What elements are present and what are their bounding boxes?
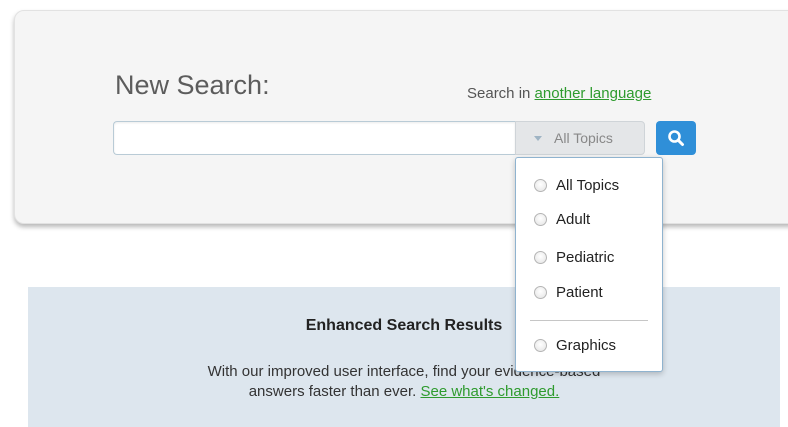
whats-changed-link[interactable]: See what's changed.: [420, 383, 559, 400]
topics-dropdown: All Topics Adult Pediatric Patient Graph…: [515, 157, 663, 372]
chevron-down-icon: [534, 135, 542, 141]
option-label: All Topics: [556, 176, 620, 194]
language-prompt-text: Search in: [467, 85, 535, 102]
option-pediatric[interactable]: Pediatric: [534, 247, 614, 267]
language-prompt: Search in another language: [467, 85, 651, 102]
option-graphics[interactable]: Graphics: [534, 335, 616, 355]
page-title: New Search:: [115, 70, 270, 100]
search-card: [14, 10, 788, 224]
topic-select[interactable]: All Topics: [515, 121, 645, 155]
info-title: Enhanced Search Results: [305, 317, 503, 334]
info-text: With our improved user interface, find y…: [28, 362, 780, 402]
dropdown-divider: [530, 320, 648, 321]
option-label: Patient: [556, 283, 603, 301]
info-text-line2: answers faster than ever.: [248, 383, 421, 400]
option-label: Graphics: [556, 336, 617, 354]
search-button[interactable]: [656, 121, 696, 155]
radio-icon[interactable]: [534, 250, 547, 264]
option-all-topics[interactable]: All Topics: [534, 175, 619, 195]
radio-icon[interactable]: [534, 212, 547, 226]
magnifier-icon: [668, 130, 684, 146]
radio-icon[interactable]: [534, 285, 547, 299]
radio-icon[interactable]: [534, 338, 547, 352]
option-adult[interactable]: Adult: [534, 209, 590, 229]
option-patient[interactable]: Patient: [534, 282, 603, 302]
info-panel: Enhanced Search Results With our improve…: [28, 287, 780, 427]
topic-select-value: All Topics: [554, 130, 613, 146]
option-label: Pediatric: [556, 248, 615, 266]
radio-icon[interactable]: [534, 178, 547, 192]
another-language-link[interactable]: another language: [535, 85, 652, 102]
option-label: Adult: [556, 210, 591, 228]
search-input[interactable]: [113, 121, 515, 155]
